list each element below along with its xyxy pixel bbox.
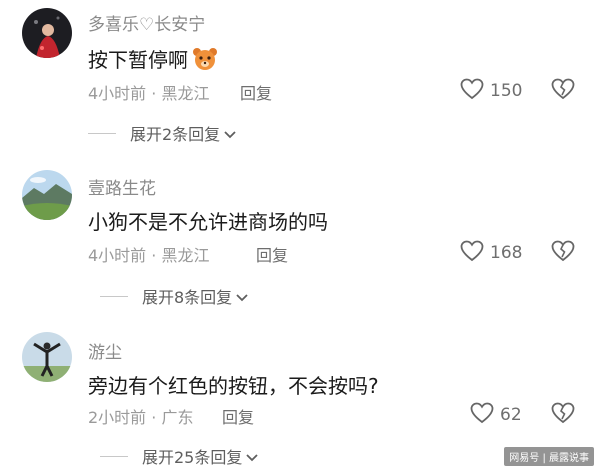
comment-meta: 4小时前 · 黑龙江 <box>88 84 210 103</box>
like-count: 150 <box>490 81 523 101</box>
username[interactable]: 多喜乐♡长安宁 <box>88 10 205 35</box>
avatar[interactable] <box>22 8 72 58</box>
dislike-button[interactable] <box>551 240 575 266</box>
comment-item: 多喜乐♡长安宁 按下暂停啊 4小时前 · 黑龙江 回复 150 展开2条回复 <box>0 0 600 160</box>
expand-replies-button[interactable]: 展开2条回复 <box>88 121 236 145</box>
reply-button[interactable]: 回复 <box>240 80 272 104</box>
dislike-button[interactable] <box>551 78 575 104</box>
broken-heart-icon <box>551 78 575 104</box>
comment-text: 小狗不是不允许进商场的吗 <box>88 206 328 235</box>
like-count: 168 <box>490 243 523 263</box>
comment-text: 旁边有个红色的按钮，不会按吗? <box>88 370 379 399</box>
like-count: 62 <box>500 405 522 425</box>
expand-replies-button[interactable]: 展开8条回复 <box>100 284 248 308</box>
avatar[interactable] <box>22 170 72 220</box>
reply-button[interactable]: 回复 <box>256 242 288 266</box>
heart-icon <box>460 78 484 104</box>
chevron-down-icon <box>246 447 259 466</box>
username[interactable]: 游尘 <box>88 338 122 363</box>
broken-heart-icon <box>551 240 575 266</box>
username[interactable]: 壹路生花 <box>88 174 156 199</box>
comment-text-body: 小狗不是不允许进商场的吗 <box>88 210 328 234</box>
comment-meta: 4小时前 · 黑龙江 <box>88 246 210 265</box>
comment-text: 按下暂停啊 <box>88 44 218 73</box>
like-button[interactable]: 62 <box>470 402 522 428</box>
broken-heart-icon <box>551 402 575 428</box>
chevron-down-icon <box>236 287 248 306</box>
heart-icon <box>470 402 494 428</box>
heart-icon <box>460 240 484 266</box>
reply-button[interactable]: 回复 <box>222 404 254 428</box>
divider <box>100 295 128 297</box>
chevron-down-icon <box>224 124 236 143</box>
like-button[interactable]: 150 <box>460 78 522 104</box>
expand-replies-label: 展开8条回复 <box>142 288 233 307</box>
bear-face-icon <box>192 47 218 71</box>
divider <box>88 132 116 134</box>
like-button[interactable]: 168 <box>460 240 522 266</box>
comment-text-body: 旁边有个红色的按钮，不会按吗? <box>88 374 379 398</box>
divider <box>100 455 128 457</box>
comment-meta: 2小时前 · 广东 <box>88 408 194 427</box>
comment-item: 壹路生花 小狗不是不允许进商场的吗 4小时前 · 黑龙江 回复 168 展开8条… <box>0 168 600 308</box>
avatar[interactable] <box>22 332 72 382</box>
expand-replies-label: 展开2条回复 <box>130 125 221 144</box>
expand-replies-button[interactable]: 展开25条回复 <box>100 444 259 468</box>
comment-text-body: 按下暂停啊 <box>88 48 188 72</box>
watermark: 网易号 | 晨露说事 <box>504 447 594 466</box>
expand-replies-label: 展开25条回复 <box>142 448 243 467</box>
dislike-button[interactable] <box>551 402 575 428</box>
